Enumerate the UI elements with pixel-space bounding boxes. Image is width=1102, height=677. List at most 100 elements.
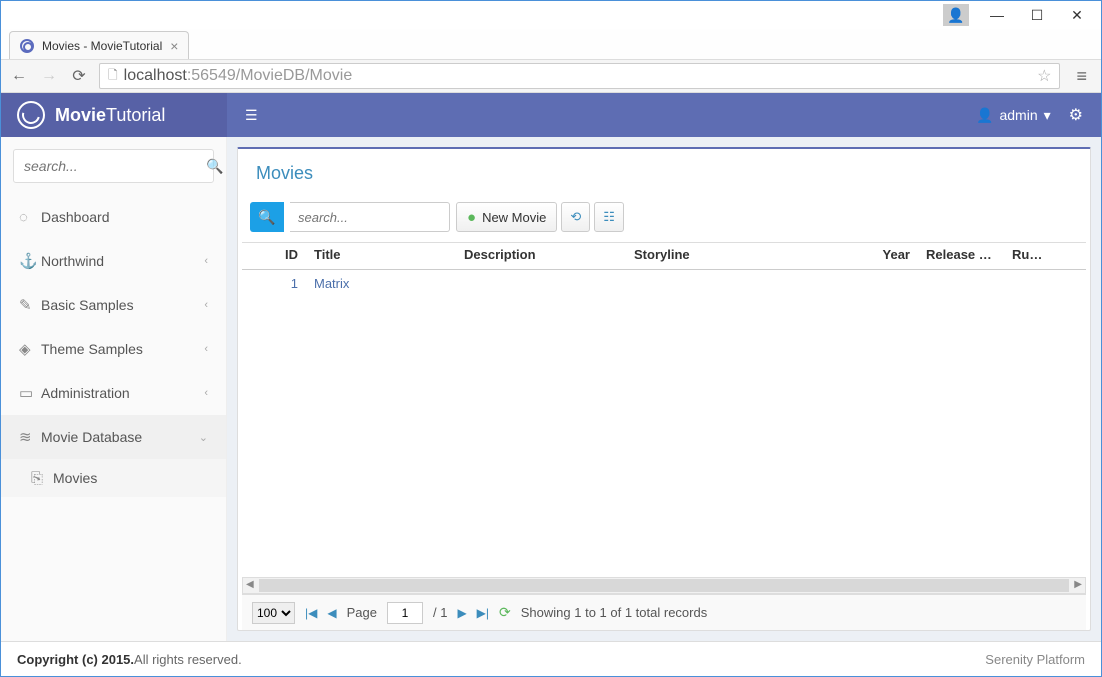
copyright-rest: All rights reserved. [134, 652, 242, 667]
chevron-down-icon: ⌄ [199, 431, 208, 444]
browser-toolbar: ← → ⟳ 🗋 localhost:56549/MovieDB/Movie ☆ … [1, 59, 1101, 93]
plus-icon: ● [467, 209, 476, 226]
sidebar-item-label: Basic Samples [41, 297, 204, 313]
wand-icon: ✎ [19, 296, 41, 314]
cell-title: Matrix [306, 272, 456, 295]
sidebar-item-label: Administration [41, 385, 204, 401]
col-title[interactable]: Title [306, 243, 456, 269]
sidebar-item-label: Movie Database [41, 429, 199, 445]
pager-status: Showing 1 to 1 of 1 total records [521, 605, 707, 620]
page-size-select[interactable]: 100 [252, 602, 295, 624]
desktop-icon: ▭ [19, 384, 41, 402]
app-footer: Copyright (c) 2015. All rights reserved.… [1, 642, 1101, 676]
grid-search-input[interactable] [290, 202, 450, 232]
window-maximize[interactable]: ☐ [1017, 4, 1057, 26]
sidebar-item-dashboard[interactable]: ◌ Dashboard [1, 195, 226, 239]
site-info-icon: 🗋 [108, 66, 118, 87]
movies-grid: ID Title Description Storyline Year Rele… [238, 242, 1090, 630]
chevron-left-icon: ‹ [204, 299, 208, 311]
browser-tab[interactable]: Movies - MovieTutorial × [9, 31, 189, 59]
app-header: MovieTutorial ☰ 👤 admin ▾ ⚙ [1, 93, 1101, 137]
page-total: / 1 [433, 605, 447, 620]
browser-tab-strip: Movies - MovieTutorial × [1, 29, 1101, 59]
address-bar[interactable]: 🗋 localhost:56549/MovieDB/Movie ☆ [99, 63, 1060, 89]
sidebar-item-movie-database[interactable]: ≋ Movie Database ⌄ [1, 415, 226, 459]
cell-id: 1 [242, 272, 306, 295]
col-storyline[interactable]: Storyline [626, 243, 856, 269]
column-picker-button[interactable]: ☷ [594, 202, 624, 232]
sidebar: 🔍 ◌ Dashboard ⚓ Northwind ‹ ✎ Basic Samp… [1, 137, 227, 641]
caret-down-icon: ▾ [1044, 107, 1051, 124]
os-user-icon: 👤 [943, 4, 969, 26]
user-menu[interactable]: 👤 admin ▾ [976, 107, 1051, 124]
sidebar-item-basic-samples[interactable]: ✎ Basic Samples ‹ [1, 283, 226, 327]
pager-next-icon[interactable]: ▶ [457, 606, 466, 620]
camera-icon: ⎘ [31, 470, 53, 487]
tab-close-icon[interactable]: × [170, 38, 178, 54]
new-movie-button[interactable]: ● New Movie [456, 202, 557, 232]
bookmark-star-icon[interactable]: ☆ [1037, 66, 1051, 86]
page-input[interactable] [387, 602, 423, 624]
cell-runtime [1004, 279, 1058, 287]
window-minimize[interactable]: — [977, 4, 1017, 26]
sidebar-item-label: Movies [53, 470, 208, 486]
anchor-icon: ⚓ [19, 252, 41, 270]
main-content: Movies 🔍 ● New Movie ⟲ ☷ [227, 137, 1101, 641]
cell-storyline [626, 279, 856, 287]
pager-prev-icon[interactable]: ◀ [327, 606, 336, 620]
brand[interactable]: MovieTutorial [1, 93, 227, 137]
col-id[interactable]: ID [242, 243, 306, 269]
cell-release [918, 279, 1004, 287]
pager-first-icon[interactable]: |◀ [305, 606, 317, 620]
window-titlebar: 👤 — ☐ ✕ [1, 1, 1101, 29]
sidebar-item-label: Northwind [41, 253, 204, 269]
grid-pager: 100 |◀ ◀ Page / 1 ▶ ▶| ⟳ Showing 1 to 1 … [242, 594, 1086, 630]
nav-reload-button[interactable]: ⟳ [69, 66, 89, 86]
cell-year [856, 279, 918, 287]
brand-logo-icon [17, 101, 45, 129]
col-description[interactable]: Description [456, 243, 626, 269]
sidebar-item-administration[interactable]: ▭ Administration ‹ [1, 371, 226, 415]
sidebar-toggle-icon[interactable]: ☰ [245, 107, 258, 124]
sidebar-item-theme-samples[interactable]: ◈ Theme Samples ‹ [1, 327, 226, 371]
grid-toolbar: 🔍 ● New Movie ⟲ ☷ [238, 198, 1090, 242]
sidebar-item-movies[interactable]: ⎘ Movies [1, 459, 226, 497]
col-release-date[interactable]: Release Da... [918, 243, 1004, 269]
grid-body: 1 Matrix [242, 270, 1086, 575]
sidebar-item-northwind[interactable]: ⚓ Northwind ‹ [1, 239, 226, 283]
cell-description [456, 279, 626, 287]
nav-back-button[interactable]: ← [9, 67, 29, 85]
chevron-left-icon: ‹ [204, 255, 208, 267]
settings-gear-icon[interactable]: ⚙ [1069, 105, 1083, 125]
copyright-bold: Copyright (c) 2015. [17, 652, 134, 667]
pager-refresh-icon[interactable]: ⟳ [499, 604, 511, 621]
col-year[interactable]: Year [856, 243, 918, 269]
page-label: Page [347, 605, 377, 620]
grid-search-button[interactable]: 🔍 [250, 202, 284, 232]
sidebar-search-input[interactable] [24, 158, 206, 174]
refresh-button[interactable]: ⟲ [561, 202, 590, 232]
table-row[interactable]: 1 Matrix [242, 270, 1086, 296]
chevron-left-icon: ‹ [204, 343, 208, 355]
search-icon: 🔍 [206, 158, 223, 175]
diamond-icon: ◈ [19, 340, 41, 358]
dashboard-icon: ◌ [19, 209, 41, 226]
platform-label: Serenity Platform [985, 652, 1085, 667]
brand-text: MovieTutorial [55, 105, 165, 126]
grid-header: ID Title Description Storyline Year Rele… [242, 242, 1086, 270]
layers-icon: ≋ [19, 428, 41, 446]
chevron-left-icon: ‹ [204, 387, 208, 399]
sidebar-search[interactable]: 🔍 [13, 149, 214, 183]
movie-link[interactable]: Matrix [314, 276, 349, 291]
panel-title: Movies [238, 149, 1090, 198]
url-text: localhost:56549/MovieDB/Movie [124, 67, 353, 85]
browser-tab-title: Movies - MovieTutorial [42, 39, 162, 53]
col-runtime[interactable]: Runtime [1004, 243, 1058, 269]
window-close[interactable]: ✕ [1057, 4, 1097, 26]
sidebar-item-label: Theme Samples [41, 341, 204, 357]
browser-menu-icon[interactable]: ≡ [1070, 66, 1093, 87]
nav-forward-button[interactable]: → [39, 67, 59, 85]
movies-panel: Movies 🔍 ● New Movie ⟲ ☷ [237, 147, 1091, 631]
pager-last-icon[interactable]: ▶| [477, 606, 489, 620]
grid-horizontal-scrollbar[interactable] [242, 577, 1086, 594]
